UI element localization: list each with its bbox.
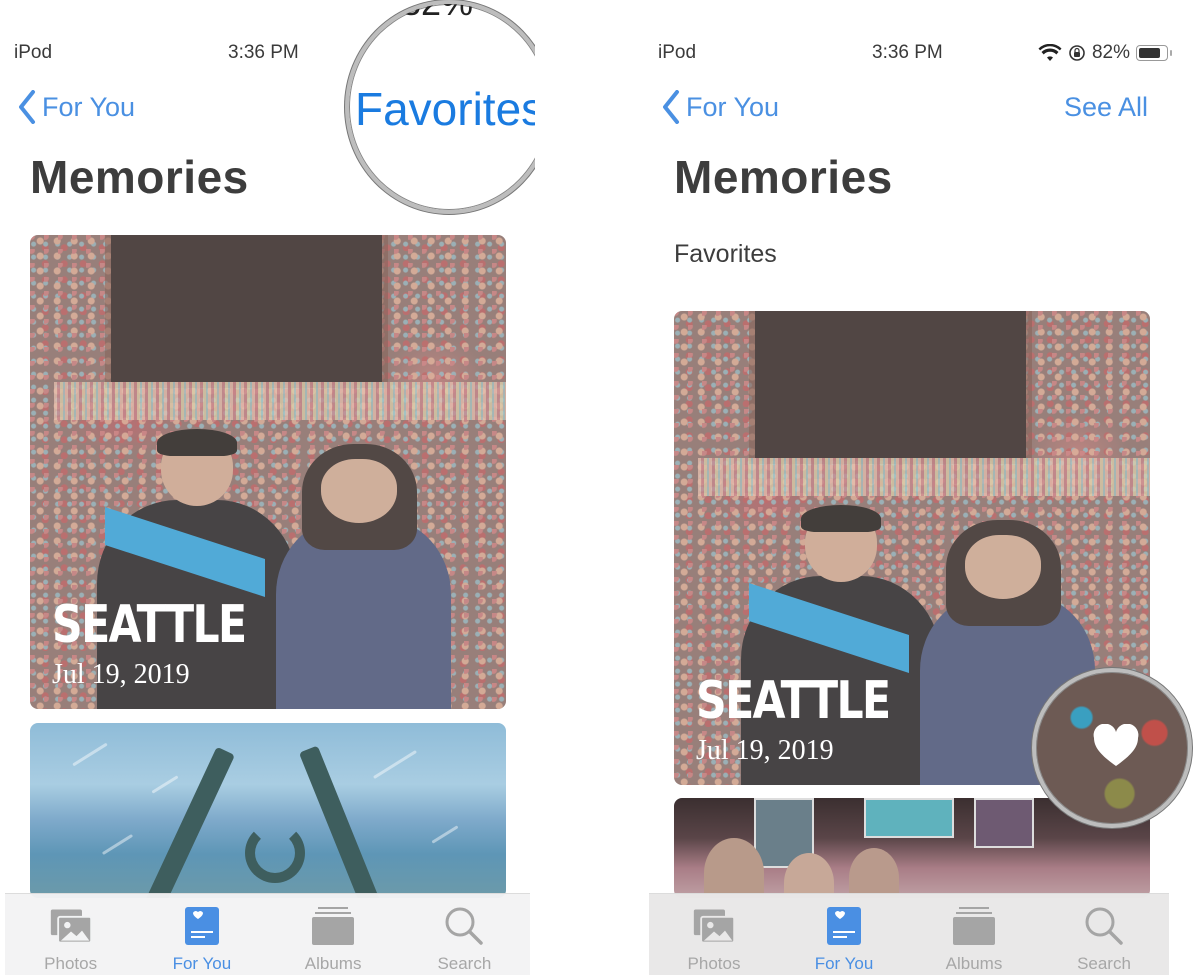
- left-screen: iPod 3:36 PM For You Memories SEATTLE Ju…: [0, 0, 535, 979]
- right-screen: iPod 3:36 PM 82% For You See All Memorie…: [644, 0, 1174, 979]
- heart-icon[interactable]: [1092, 724, 1140, 768]
- status-time: 3:36 PM: [872, 42, 943, 63]
- tab-label: Albums: [945, 954, 1003, 973]
- tab-bar: Photos For You Albums Search: [5, 893, 530, 975]
- branch: [298, 745, 382, 898]
- nav-bar: For You See All: [644, 88, 1174, 128]
- for-you-icon: [180, 904, 224, 948]
- carrier-label: iPod: [14, 42, 53, 63]
- tab-label: Photos: [687, 954, 741, 973]
- back-label: For You: [42, 91, 136, 122]
- battery-percent: 82%: [1091, 42, 1130, 63]
- status-time: 3:36 PM: [228, 42, 299, 63]
- status-bar: iPod 3:36 PM 82%: [644, 42, 1174, 66]
- tab-label: Search: [437, 954, 492, 973]
- memory-title: SEATTLE: [52, 595, 247, 655]
- wifi-icon: [1038, 44, 1062, 61]
- carrier-label: iPod: [658, 42, 697, 63]
- tab-bar: Photos For You Albums Search: [649, 893, 1169, 975]
- chevron-left-icon: [19, 90, 35, 124]
- tab-photos[interactable]: Photos: [649, 894, 779, 975]
- tab-label: Search: [1077, 954, 1131, 973]
- search-icon: [442, 904, 486, 948]
- memory-title: SEATTLE: [696, 671, 891, 731]
- back-button[interactable]: For You: [18, 90, 135, 124]
- tab-label: For You: [814, 954, 874, 973]
- memory-date: Jul 19, 2019: [696, 735, 834, 766]
- tab-albums[interactable]: Albums: [268, 894, 399, 975]
- tab-for-you[interactable]: For You: [779, 894, 909, 975]
- albums-icon: [311, 904, 355, 948]
- chevron-left-icon: [663, 90, 679, 124]
- tab-photos[interactable]: Photos: [5, 894, 136, 975]
- photos-icon: [49, 904, 93, 948]
- for-you-icon: [822, 904, 866, 948]
- page-title: Memories: [674, 151, 893, 203]
- orientation-lock-icon: [1069, 45, 1085, 61]
- albums-icon: [952, 904, 996, 948]
- memory-card-seattle[interactable]: SEATTLE Jul 19, 2019: [30, 235, 506, 709]
- magnified-battery-text: 82%: [401, 0, 474, 23]
- favorites-button-magnified[interactable]: Favorites: [355, 82, 535, 136]
- tab-label: Photos: [44, 954, 98, 973]
- section-title-favorites: Favorites: [674, 240, 777, 268]
- tab-for-you[interactable]: For You: [136, 894, 267, 975]
- tab-search[interactable]: Search: [399, 894, 530, 975]
- tab-label: Albums: [304, 954, 362, 973]
- search-icon: [1082, 904, 1126, 948]
- back-label: For You: [686, 91, 780, 122]
- magnifier-heart: [1032, 668, 1192, 828]
- memory-date: Jul 19, 2019: [52, 659, 190, 690]
- branch: [145, 746, 235, 898]
- tab-albums[interactable]: Albums: [909, 894, 1039, 975]
- memory-card-forest[interactable]: [30, 723, 506, 898]
- magnifier-favorites: 82% Favorites: [345, 0, 535, 214]
- tab-search[interactable]: Search: [1039, 894, 1169, 975]
- see-all-button[interactable]: See All: [1064, 92, 1148, 123]
- tab-label: For You: [172, 954, 232, 973]
- page-title: Memories: [30, 151, 249, 203]
- back-button[interactable]: For You: [662, 90, 779, 124]
- photos-icon: [692, 904, 736, 948]
- battery-icon: [1136, 45, 1172, 61]
